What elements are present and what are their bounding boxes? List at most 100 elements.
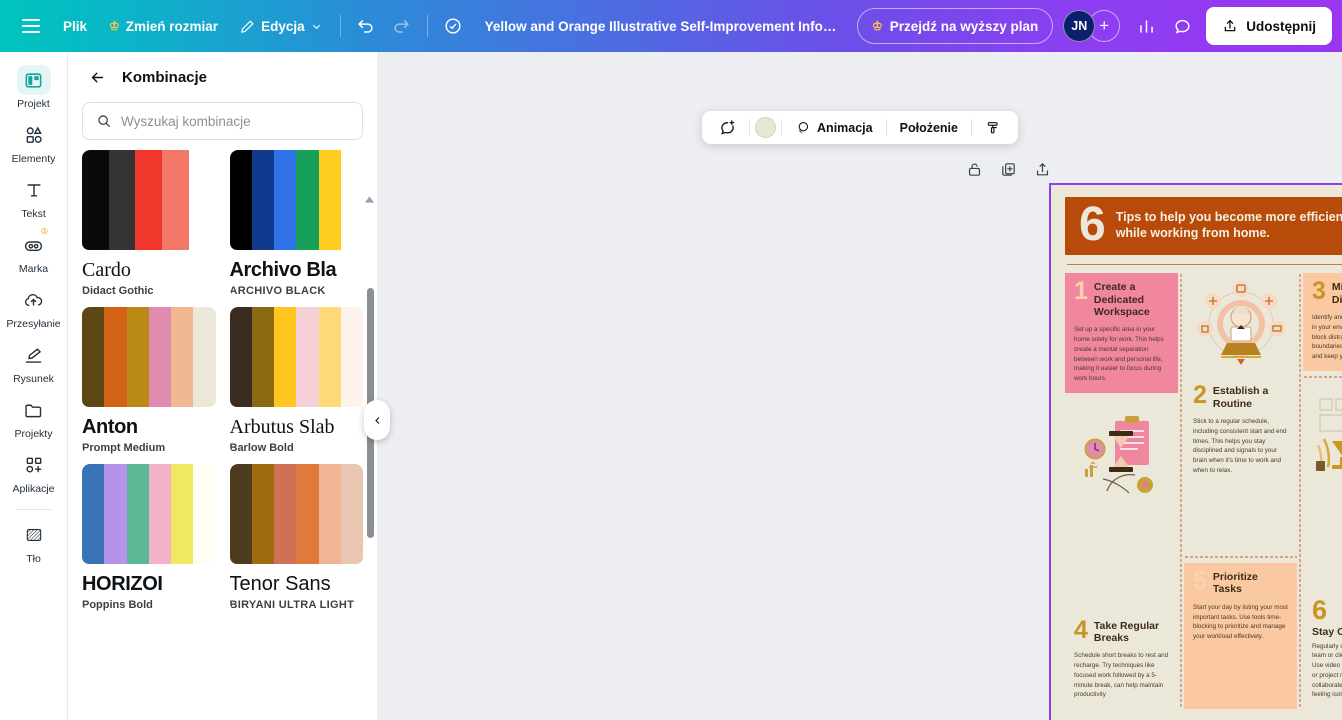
- secondary-font-name: BIRYANI ULTRA LIGHT: [229, 599, 355, 611]
- paint-roller-button[interactable]: [977, 114, 1009, 141]
- canva-editor: Plik ♔ Zmień rozmiar Edycja Yellow and O…: [0, 0, 1342, 720]
- combination-card[interactable]: HORIZOI Poppins Bold: [82, 464, 216, 611]
- secondary-font-name: Didact Gothic: [82, 285, 154, 297]
- unlock-icon: [968, 163, 981, 176]
- redo-button[interactable]: [384, 9, 420, 43]
- edit-menu-button[interactable]: Edycja: [229, 9, 333, 43]
- floating-element-toolbar: Animacja Położenie: [702, 111, 1018, 144]
- illustration-hourglass: [1065, 399, 1178, 503]
- combination-card[interactable]: Anton Prompt Medium: [82, 307, 216, 454]
- tip-card-1[interactable]: 1 Create a Dedicated Workspace Set up a …: [1065, 273, 1178, 393]
- back-arrow-icon[interactable]: [84, 64, 110, 90]
- swatch-color: [274, 150, 297, 250]
- sidebar-item-rysunek[interactable]: Rysunek: [2, 335, 66, 389]
- avatar[interactable]: JN: [1063, 10, 1096, 42]
- lock-page-button[interactable]: [964, 159, 985, 180]
- sidebar-item-tekst[interactable]: Tekst: [2, 170, 66, 224]
- swatch-color: [251, 307, 274, 407]
- tip-card-6[interactable]: 6 Stay Connected Regularly communicate w…: [1303, 591, 1342, 709]
- sidebar-item-projekt[interactable]: Projekt: [2, 60, 66, 114]
- panel-header: Kombinacje: [68, 52, 377, 96]
- divider: [339, 15, 341, 37]
- swatch-color: [162, 150, 189, 250]
- collapse-panel-button[interactable]: [364, 400, 390, 440]
- sidebar-item-aplikacje[interactable]: Aplikacje: [2, 445, 66, 499]
- color-palette-swatch: [229, 307, 363, 407]
- duplicate-page-button[interactable]: [998, 159, 1019, 180]
- design-page[interactable]: 6 Tips to help you become more efficient…: [1049, 183, 1342, 720]
- page-tools: [964, 159, 1053, 180]
- cloud-saved-button[interactable]: [435, 9, 471, 43]
- export-icon: [1036, 162, 1049, 176]
- primary-font-name: Archivo Bla: [229, 259, 337, 281]
- sidebar-item-tlo[interactable]: Tło: [2, 515, 66, 569]
- top-toolbar: Plik ♔ Zmień rozmiar Edycja Yellow and O…: [0, 0, 1342, 52]
- search-input[interactable]: [121, 113, 349, 129]
- export-page-button[interactable]: [1032, 159, 1053, 180]
- bar-chart-icon: [1139, 19, 1153, 33]
- combination-card[interactable]: Arbutus Slab Barlow Bold: [229, 307, 363, 454]
- swatch-color: [251, 150, 274, 250]
- position-button[interactable]: Położenie: [892, 114, 966, 141]
- swatch-color: [340, 464, 363, 564]
- animate-button[interactable]: Animacja: [787, 114, 881, 141]
- scroll-up-arrow-icon[interactable]: [365, 190, 374, 203]
- tips-column-3: 3 Minimize Distractions Identify and eli…: [1303, 273, 1342, 709]
- comments-button[interactable]: [1164, 9, 1200, 43]
- insights-button[interactable]: [1128, 9, 1164, 43]
- swatch-color: [193, 464, 216, 564]
- tip-card-5[interactable]: 5 Prioritize Tasks Start your day by lis…: [1184, 563, 1297, 709]
- tip-title: Minimize Distractions: [1331, 281, 1342, 306]
- sidebar-item-elementy[interactable]: Elementy: [2, 115, 66, 169]
- header-line-1: Tips to help you become more efficient: [1115, 210, 1342, 225]
- secondary-font-name: ARCHIVO BLACK: [229, 285, 326, 297]
- search-area: [68, 96, 377, 150]
- search-icon: [98, 115, 110, 127]
- tip-title: Create a Dedicated Workspace: [1093, 281, 1150, 319]
- upgrade-button[interactable]: ♔ Przejdź na wyższy plan: [856, 8, 1054, 44]
- sidebar-label: Aplikacje: [12, 483, 55, 496]
- sidebar-label: Marka: [18, 263, 49, 276]
- header-number: 6: [1079, 198, 1106, 251]
- tip-card-3[interactable]: 3 Minimize Distractions Identify and eli…: [1303, 273, 1342, 371]
- add-comment-button[interactable]: [711, 114, 744, 141]
- tip-number: 2: [1193, 381, 1207, 410]
- canvas-area[interactable]: Animacja Położenie 6 Tips to help you be…: [378, 52, 1342, 720]
- hamburger-icon[interactable]: [10, 6, 52, 46]
- resize-button[interactable]: ♔ Zmień rozmiar: [98, 9, 229, 43]
- sidebar-item-marka[interactable]: ♔ Marka: [2, 225, 66, 279]
- swatch-color: [296, 464, 319, 564]
- secondary-font-name: Barlow Bold: [229, 442, 294, 454]
- tip-body: Set up a specific area in your home sole…: [1074, 326, 1164, 383]
- combination-card[interactable]: Archivo Bla ARCHIVO BLACK: [229, 150, 363, 297]
- combination-card[interactable]: Tenor Sans BIRYANI ULTRA LIGHT: [229, 464, 363, 611]
- rail-divider: [15, 508, 52, 510]
- file-menu-button[interactable]: Plik: [52, 9, 98, 43]
- file-menu-label: Plik: [63, 18, 88, 34]
- document-title[interactable]: Yellow and Orange Illustrative Self-Impr…: [471, 19, 857, 34]
- infographic-header[interactable]: 6 Tips to help you become more efficient…: [1065, 197, 1342, 255]
- undo-button[interactable]: [348, 9, 384, 43]
- tip-card-2[interactable]: 2 Establish a Routine Stick to a regular…: [1184, 377, 1297, 484]
- header-line-2: while working from home.: [1115, 226, 1270, 241]
- apps-icon: [17, 450, 51, 480]
- combination-card[interactable]: Cardo Didact Gothic: [82, 150, 216, 297]
- swatch-color: [318, 464, 341, 564]
- share-button[interactable]: Udostępnij: [1206, 7, 1332, 45]
- tip-body: Identify and eliminate distractions in y…: [1312, 314, 1342, 361]
- share-upload-icon: [1224, 19, 1236, 32]
- chevron-left-icon: [374, 416, 379, 424]
- search-box[interactable]: [82, 102, 363, 140]
- tip-card-4[interactable]: 4 Take Regular Breaks Schedule short bre…: [1065, 612, 1178, 710]
- panel-scrollbar[interactable]: [367, 208, 374, 712]
- share-label: Udostępnij: [1246, 18, 1316, 34]
- element-color-swatch[interactable]: [755, 117, 777, 138]
- upgrade-label: Przejdź na wyższy plan: [889, 18, 1039, 34]
- paint-roller-icon: [987, 121, 998, 133]
- sidebar-item-przesylanie[interactable]: Przesyłanie: [2, 280, 66, 334]
- sidebar-item-projekty[interactable]: Projekty: [2, 390, 66, 444]
- divider: [781, 119, 783, 136]
- crown-icon: ♔: [871, 19, 883, 33]
- color-palette-swatch: [82, 307, 216, 407]
- swatch-color: [296, 150, 319, 250]
